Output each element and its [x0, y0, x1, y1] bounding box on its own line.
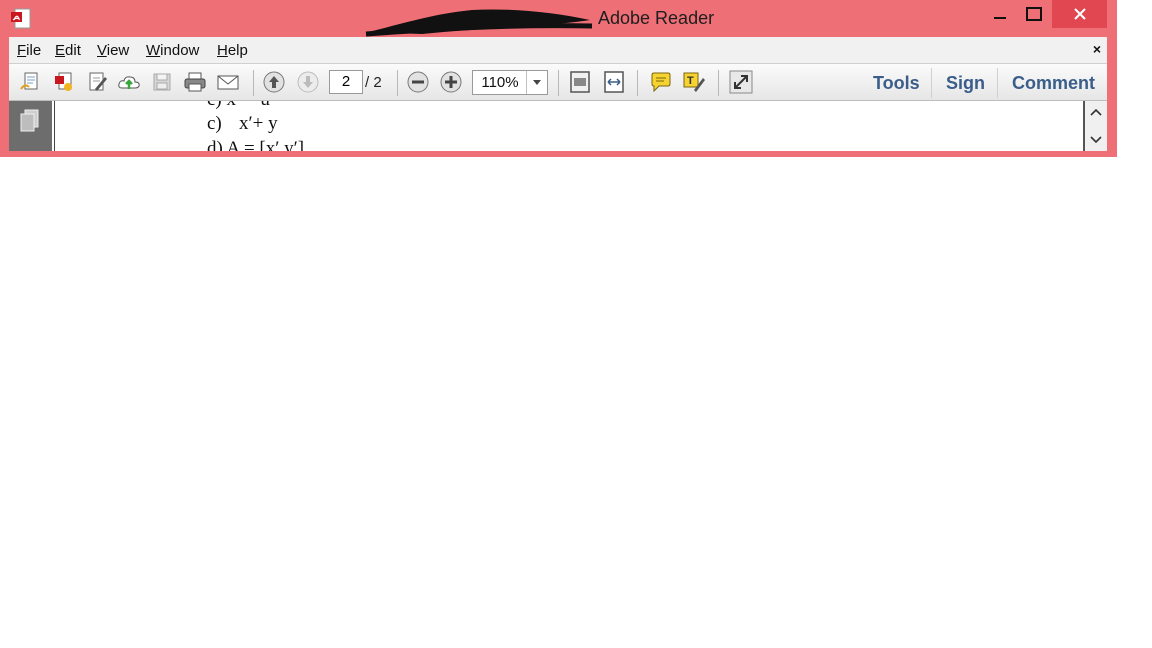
toolbar-separator	[637, 70, 638, 96]
toolbar-separator	[718, 70, 719, 96]
zoom-value: 110%	[481, 74, 519, 91]
pdf-app-icon[interactable]	[10, 8, 32, 30]
vertical-scrollbar[interactable]	[1085, 101, 1107, 151]
document-line-label: c)	[207, 113, 222, 134]
document-page[interactable]: c) x′ = u c) x′+ y d) A = [x′ y′]	[54, 101, 1086, 151]
minimize-button[interactable]	[985, 0, 1015, 28]
tools-pane-button[interactable]: Tools	[873, 73, 920, 94]
next-page-icon[interactable]	[296, 70, 320, 94]
menu-view[interactable]: View	[97, 42, 129, 59]
document-line: c) x′ = u	[207, 101, 270, 111]
create-pdf-icon[interactable]	[18, 70, 42, 94]
full-screen-icon[interactable]	[729, 70, 753, 94]
zoom-in-icon[interactable]	[439, 70, 463, 94]
sign-pane-button[interactable]: Sign	[946, 73, 985, 94]
toolbar-separator	[558, 70, 559, 96]
menu-bar: File Edit View Window Help ×	[9, 37, 1107, 63]
title-bar[interactable]: Adobe Reader	[0, 0, 1117, 37]
menu-help[interactable]: Help	[217, 42, 248, 59]
document-line: d) A = [x′ y′]	[207, 138, 305, 151]
page-number-input[interactable]	[329, 70, 363, 94]
previous-page-icon[interactable]	[262, 70, 286, 94]
edit-pdf-icon[interactable]	[85, 70, 109, 94]
toolbar-separator	[997, 68, 998, 98]
close-button[interactable]	[1052, 0, 1107, 28]
menu-edit[interactable]: Edit	[55, 42, 81, 59]
scroll-up-arrow-icon[interactable]	[1089, 105, 1103, 119]
cloud-upload-icon[interactable]	[117, 70, 141, 94]
toolbar-separator	[397, 70, 398, 96]
zoom-out-icon[interactable]	[406, 70, 430, 94]
chevron-down-icon[interactable]	[526, 71, 547, 94]
document-line: x′+ y	[239, 113, 278, 134]
page-count: / 2	[365, 74, 382, 91]
save-icon[interactable]	[150, 70, 174, 94]
toolbar-separator	[931, 68, 932, 98]
menu-file[interactable]: File	[17, 42, 41, 59]
fit-width-icon[interactable]	[602, 70, 626, 94]
zoom-select[interactable]: 110%	[472, 70, 548, 95]
sticky-note-icon[interactable]	[649, 70, 673, 94]
redacted-filename-scribble	[362, 4, 596, 38]
email-icon[interactable]	[216, 70, 240, 94]
print-icon[interactable]	[183, 70, 207, 94]
fit-page-icon[interactable]	[568, 70, 592, 94]
toolbar: / 2 110% T Tools	[9, 63, 1107, 101]
convert-pdf-icon[interactable]	[52, 70, 76, 94]
menu-window[interactable]: Window	[146, 42, 199, 59]
window-title: Adobe Reader	[598, 8, 715, 28]
close-document-icon[interactable]: ×	[1093, 41, 1101, 57]
maximize-button[interactable]	[1019, 0, 1049, 28]
document-area: c) x′ = u c) x′+ y d) A = [x′ y′]	[9, 101, 1107, 151]
adobe-reader-window: Adobe Reader File Edit View Window Help …	[0, 0, 1117, 157]
scroll-down-arrow-icon[interactable]	[1089, 133, 1103, 147]
highlight-text-icon[interactable]: T	[682, 70, 706, 94]
page-thumbnails-icon[interactable]	[19, 109, 41, 138]
comment-pane-button[interactable]: Comment	[1012, 73, 1095, 94]
navigation-pane	[9, 101, 52, 151]
toolbar-separator	[253, 70, 254, 96]
svg-text:T: T	[687, 75, 694, 87]
